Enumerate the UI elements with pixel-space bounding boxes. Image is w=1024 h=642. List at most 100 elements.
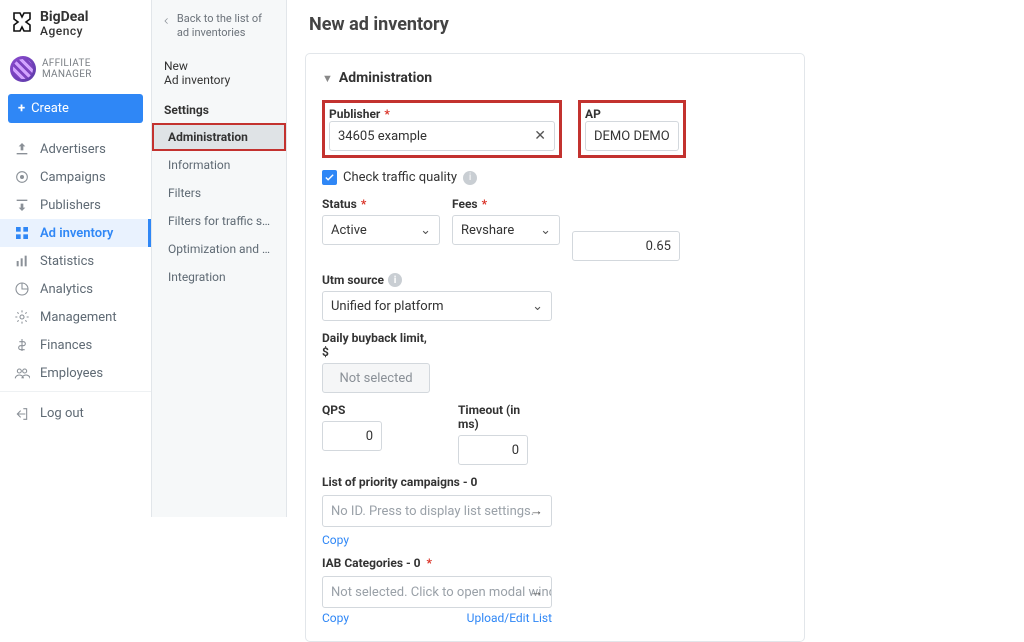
chevron-down-icon: ⌄	[532, 299, 543, 314]
iab-label: IAB Categories - 0	[322, 556, 421, 570]
brand-line1: BigDeal	[40, 10, 89, 25]
utm-label: Utm source	[322, 273, 384, 287]
fees-label: Fees	[452, 197, 478, 211]
plus-icon: +	[18, 101, 25, 116]
nav-item-label: Analytics	[40, 282, 151, 297]
fees-amount-input[interactable]: 0.65	[572, 231, 680, 261]
ap-label: AP	[585, 107, 601, 121]
nav-item-advertisers[interactable]: Advertisers	[0, 135, 151, 163]
help-icon[interactable]: i	[463, 171, 477, 185]
utm-value: Unified for platform	[331, 299, 444, 314]
target-icon	[14, 169, 30, 185]
collapse-icon[interactable]: ▼	[322, 72, 333, 85]
nav-item-analytics[interactable]: Analytics	[0, 275, 151, 303]
gear-icon	[14, 309, 30, 325]
nav-item-label: Campaigns	[40, 170, 151, 185]
publisher-value: 34605 example	[338, 129, 427, 144]
nav-item-management[interactable]: Management	[0, 303, 151, 331]
daily-input[interactable]: Not selected	[322, 363, 430, 393]
help-icon[interactable]: i	[388, 273, 402, 287]
publisher-input[interactable]: 34605 example ✕	[329, 121, 555, 151]
logout-label: Log out	[40, 406, 84, 422]
avatar	[10, 56, 36, 82]
arrow-right-icon: →	[530, 584, 543, 600]
page-title: New ad inventory	[309, 14, 1004, 35]
back-link[interactable]: Back to the list of ad inventories	[152, 12, 286, 51]
timeout-input[interactable]: 0	[458, 435, 528, 465]
brand-line2: Agency	[40, 25, 89, 38]
iab-picker[interactable]: Not selected. Click to open modal window…	[322, 576, 552, 608]
nav-item-label: Advertisers	[40, 142, 151, 157]
chevron-down-icon: ⌄	[420, 223, 431, 238]
timeout-label: Timeout (in ms)	[458, 403, 528, 431]
settings-sub: Ad inventory	[164, 73, 274, 87]
role-label: AFFILIATE MANAGER	[42, 58, 143, 80]
check-traffic-checkbox[interactable]	[322, 170, 337, 185]
nav-item-finances[interactable]: Finances	[0, 331, 151, 359]
settings-item-integration[interactable]: Integration	[152, 263, 286, 291]
analytics-icon	[14, 281, 30, 297]
timeout-value: 0	[512, 443, 519, 458]
nav-item-employees[interactable]: Employees	[0, 359, 151, 387]
status-value: Active	[331, 223, 367, 238]
create-button-label: Create	[31, 101, 69, 116]
section-title: Administration	[339, 70, 432, 86]
download-icon	[14, 197, 30, 213]
nav-item-publishers[interactable]: Publishers	[0, 191, 151, 219]
daily-value: Not selected	[339, 371, 412, 386]
daily-label: Daily buyback limit, $	[322, 331, 430, 359]
back-link-label: Back to the list of ad inventories	[177, 12, 276, 41]
settings-item-filters[interactable]: Filters	[152, 179, 286, 207]
chevron-down-icon: ⌄	[540, 223, 551, 238]
settings-item-administration[interactable]: Administration	[152, 123, 286, 151]
qps-label: QPS	[322, 403, 382, 417]
nav-item-label: Publishers	[40, 198, 151, 213]
fees-value: Revshare	[461, 223, 514, 238]
settings-item-filters-for-traffic-sour-[interactable]: Filters for traffic sour...	[152, 207, 286, 235]
settings-item-information[interactable]: Information	[152, 151, 286, 179]
copy-link-2[interactable]: Copy	[322, 611, 349, 625]
nav-item-label: Employees	[40, 366, 151, 381]
priority-placeholder: No ID. Press to display list settings.	[331, 504, 534, 519]
fees-amount-value: 0.65	[646, 239, 671, 254]
settings-item-optimization-and-rules[interactable]: Optimization and rules	[152, 235, 286, 263]
priority-label: List of priority campaigns - 0	[322, 475, 788, 489]
upload-edit-link[interactable]: Upload/Edit List	[467, 611, 552, 625]
iab-placeholder: Not selected. Click to open modal window…	[331, 585, 552, 600]
qps-input[interactable]: 0	[322, 421, 382, 451]
nav-item-campaigns[interactable]: Campaigns	[0, 163, 151, 191]
check-traffic-label: Check traffic quality	[343, 170, 457, 185]
brand-logo-icon	[10, 10, 34, 38]
create-button[interactable]: + Create	[8, 94, 143, 123]
clear-icon[interactable]: ✕	[534, 128, 546, 144]
nav-item-statistics[interactable]: Statistics	[0, 247, 151, 275]
grid-icon	[14, 225, 30, 241]
dollar-icon	[14, 337, 30, 353]
status-label: Status	[322, 197, 357, 211]
arrow-left-icon	[162, 14, 171, 28]
priority-picker[interactable]: No ID. Press to display list settings. →	[322, 495, 552, 527]
publisher-highlight: Publisher* 34605 example ✕	[322, 100, 562, 158]
publisher-label: Publisher	[329, 107, 380, 121]
ap-input[interactable]: DEMO DEMO	[585, 121, 679, 151]
stats-icon	[14, 253, 30, 269]
fees-select[interactable]: Revshare ⌄	[452, 215, 560, 245]
status-select[interactable]: Active ⌄	[322, 215, 440, 245]
logout-button[interactable]: Log out	[0, 396, 151, 432]
utm-select[interactable]: Unified for platform ⌄	[322, 291, 552, 321]
settings-new: New	[164, 59, 274, 73]
nav-item-label: Statistics	[40, 254, 151, 269]
nav-item-ad-inventory[interactable]: Ad inventory	[0, 219, 151, 247]
nav-item-label: Management	[40, 310, 151, 325]
settings-title: Settings	[152, 97, 286, 123]
administration-card: ▼ Administration Publisher* 34605 exampl…	[305, 53, 805, 642]
ap-highlight: AP DEMO DEMO	[578, 100, 686, 158]
nav-item-label: Finances	[40, 338, 151, 353]
qps-value: 0	[366, 429, 373, 444]
people-icon	[14, 365, 30, 381]
ap-value: DEMO DEMO	[594, 129, 670, 144]
logout-icon	[14, 406, 30, 422]
upload-icon	[14, 141, 30, 157]
nav-item-label: Ad inventory	[40, 226, 148, 241]
copy-link[interactable]: Copy	[322, 533, 349, 547]
